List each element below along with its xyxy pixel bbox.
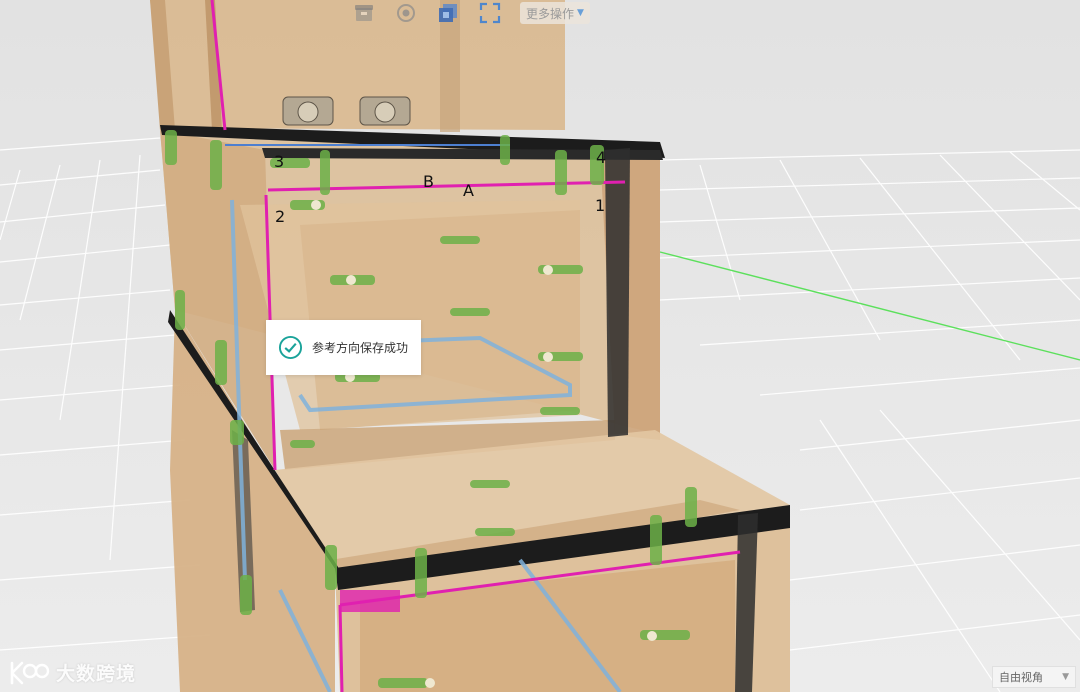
layers-icon bbox=[439, 4, 457, 22]
box-icon bbox=[355, 5, 373, 21]
view-mode-value: 自由视角 bbox=[999, 671, 1043, 684]
chevron-down-icon: ▼ bbox=[1062, 672, 1069, 682]
point-label-b: B bbox=[423, 172, 434, 191]
point-label-1: 1 bbox=[595, 196, 606, 215]
point-label-3: 3 bbox=[274, 152, 285, 171]
point-label-2: 2 bbox=[275, 207, 286, 226]
point-label-a: A bbox=[463, 181, 474, 200]
chevron-down-icon: ▼ bbox=[577, 8, 584, 18]
fullscreen-icon bbox=[479, 2, 501, 24]
box-button[interactable] bbox=[352, 1, 376, 25]
3d-viewport[interactable]: 3 4 B A 2 1 bbox=[0, 0, 1080, 692]
view-mode-select[interactable]: 自由视角 ▼ bbox=[992, 666, 1076, 688]
top-toolbar: 更多操作 ▼ bbox=[352, 0, 590, 26]
target-icon bbox=[397, 4, 415, 22]
more-actions-label: 更多操作 bbox=[526, 6, 575, 21]
toast-message: 参考方向保存成功 bbox=[312, 341, 409, 355]
check-circle-icon bbox=[278, 335, 303, 360]
success-toast: 参考方向保存成功 bbox=[266, 320, 421, 375]
brand-logo: 大数跨境 bbox=[8, 656, 136, 688]
logo-mark-icon bbox=[10, 661, 50, 685]
fullscreen-button[interactable] bbox=[478, 1, 502, 25]
more-actions-dropdown[interactable]: 更多操作 ▼ bbox=[520, 2, 590, 24]
point-label-4: 4 bbox=[596, 148, 607, 167]
layers-button[interactable] bbox=[436, 1, 460, 25]
target-button[interactable] bbox=[394, 1, 418, 25]
logo-text: 大数跨境 bbox=[56, 662, 137, 685]
